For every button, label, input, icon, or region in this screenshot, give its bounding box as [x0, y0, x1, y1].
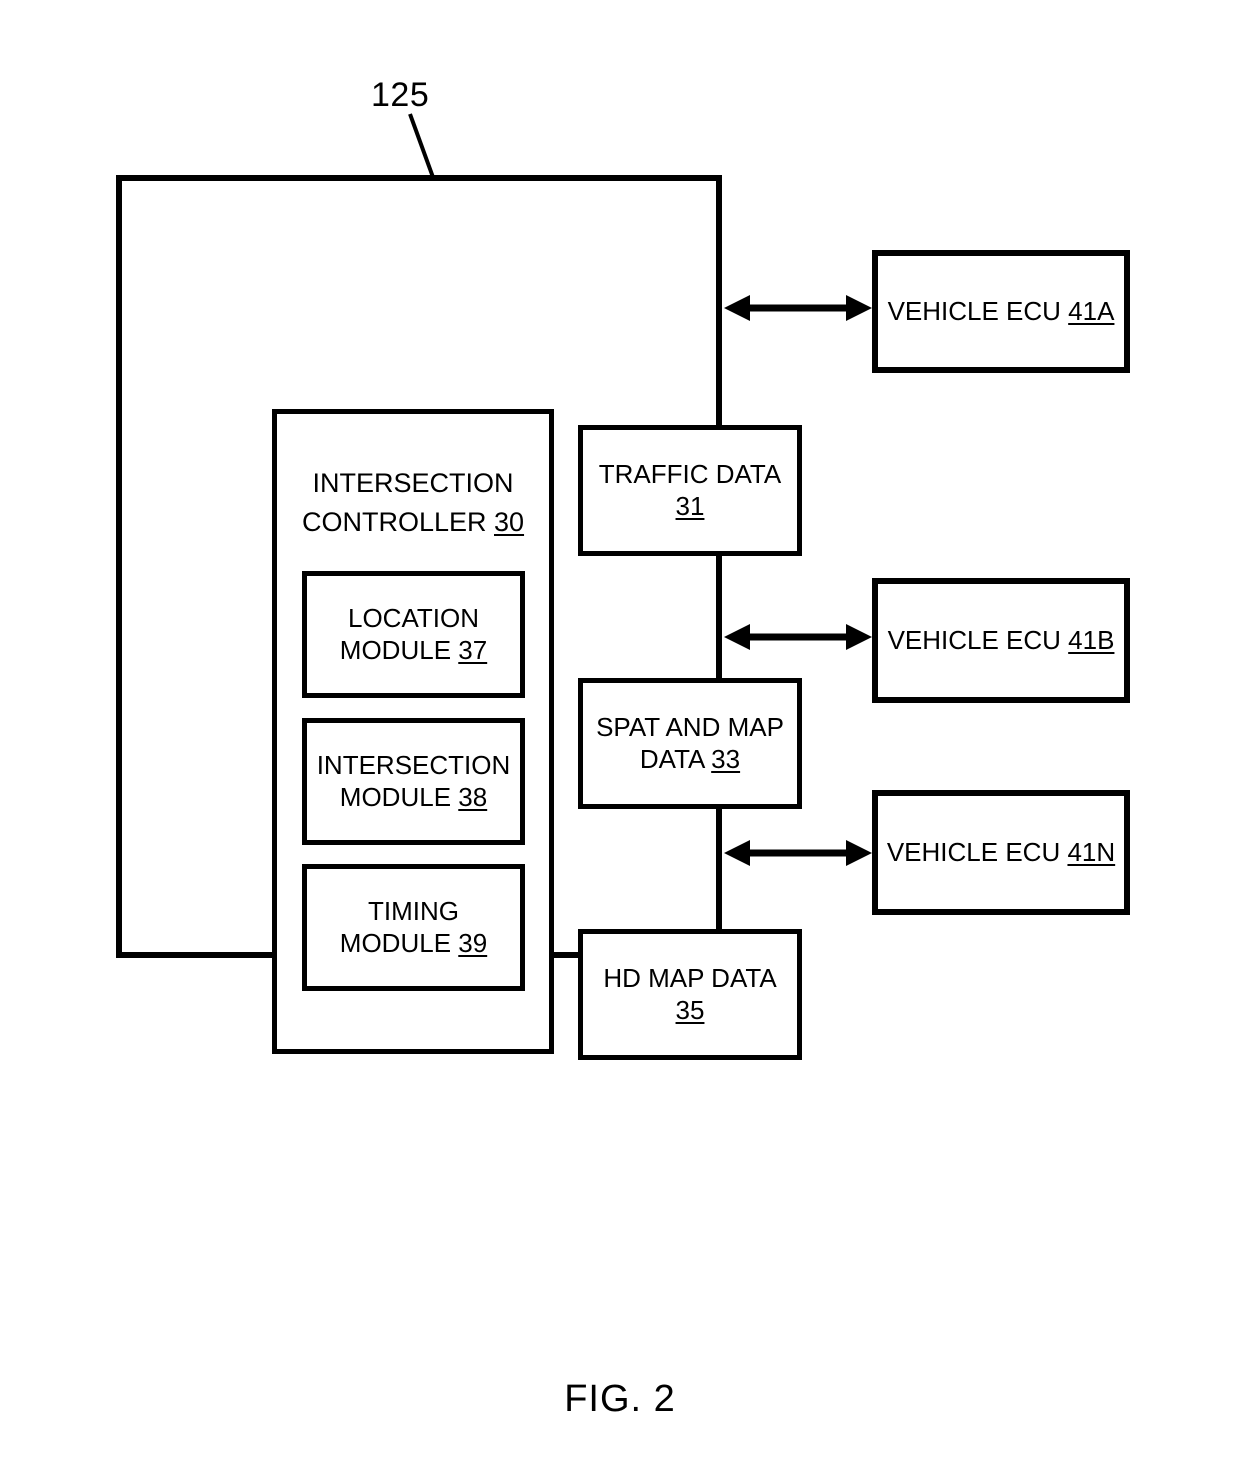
callout-leader-line	[408, 113, 436, 181]
intersection-module-line2: MODULE	[339, 781, 459, 812]
spat-data-line2: DATA	[639, 743, 712, 774]
traffic-data-label: TRAFFIC DATA 31	[583, 459, 797, 522]
location-module-ref: 37	[458, 634, 488, 665]
location-module-label: LOCATION MODULE 37	[307, 603, 520, 666]
system-boundary-125: INTERSECTION CONTROLLER 30 LOCATION MODULE…	[116, 175, 802, 1060]
spat-data-ref: 33	[711, 743, 741, 774]
vehicle-ecu-41a-text: VEHICLE ECU	[887, 295, 1069, 326]
timing-module-label: TIMING MODULE 39	[307, 896, 520, 959]
controller-title-line1: INTERSECTION	[312, 468, 514, 498]
location-module-line1: LOCATION	[348, 602, 479, 633]
intersection-module-label: INTERSECTION MODULE 38	[307, 750, 520, 813]
timing-module-ref: 39	[458, 927, 488, 958]
vehicle-ecu-41b-ref: 41B	[1068, 624, 1115, 655]
spat-data-line1: SPAT AND MAP	[596, 711, 784, 742]
vehicle-ecu-41a-box[interactable]: VEHICLE ECU 41A	[872, 250, 1130, 373]
hd-map-data-box[interactable]: HD MAP DATA 35	[578, 929, 802, 1060]
timing-module-box[interactable]: TIMING MODULE 39	[302, 864, 525, 991]
timing-module-line2: MODULE	[339, 927, 459, 958]
intersection-module-box[interactable]: INTERSECTION MODULE 38	[302, 718, 525, 845]
hd-map-data-label: HD MAP DATA 35	[583, 963, 797, 1026]
hd-map-data-line1: HD MAP DATA	[603, 962, 777, 993]
vehicle-ecu-41a-label: VEHICLE ECU 41A	[878, 296, 1124, 328]
intersection-module-ref: 38	[458, 781, 488, 812]
intersection-module-line1: INTERSECTION	[316, 749, 511, 780]
vehicle-ecu-41b-text: VEHICLE ECU	[887, 624, 1069, 655]
spat-and-map-data-box[interactable]: SPAT AND MAP DATA 33	[578, 678, 802, 809]
timing-module-line1: TIMING	[368, 895, 459, 926]
controller-title-line2: CONTROLLER	[301, 507, 494, 538]
vehicle-ecu-41a-ref: 41A	[1068, 295, 1115, 326]
figure-caption: FIG. 2	[564, 1378, 676, 1420]
traffic-data-ref: 31	[675, 490, 705, 521]
vehicle-ecu-41n-ref: 41N	[1067, 836, 1116, 867]
vehicle-ecu-41n-text: VEHICLE ECU	[886, 836, 1068, 867]
hd-map-data-ref: 35	[675, 994, 705, 1025]
controller-ref-numeral: 30	[494, 507, 525, 538]
vehicle-ecu-41n-label: VEHICLE ECU 41N	[878, 837, 1124, 869]
connector-arrow-ecu-41a	[724, 295, 872, 321]
traffic-data-line1: TRAFFIC DATA	[598, 458, 782, 489]
connector-arrow-ecu-41b	[724, 624, 872, 650]
patent-figure-2: 125 INTERSECTION CONTROLLER 30 LOCATION MO…	[0, 0, 1240, 1478]
traffic-data-box[interactable]: TRAFFIC DATA 31	[578, 425, 802, 556]
connector-arrow-ecu-41n	[724, 840, 872, 866]
spat-and-map-data-label: SPAT AND MAP DATA 33	[583, 712, 797, 775]
vehicle-ecu-41n-box[interactable]: VEHICLE ECU 41N	[872, 790, 1130, 915]
location-module-line2: MODULE	[339, 634, 459, 665]
callout-number-125: 125	[371, 76, 430, 114]
intersection-controller-title: INTERSECTION CONTROLLER 30	[277, 464, 549, 542]
vehicle-ecu-41b-box[interactable]: VEHICLE ECU 41B	[872, 578, 1130, 703]
vehicle-ecu-41b-label: VEHICLE ECU 41B	[878, 625, 1124, 657]
location-module-box[interactable]: LOCATION MODULE 37	[302, 571, 525, 698]
